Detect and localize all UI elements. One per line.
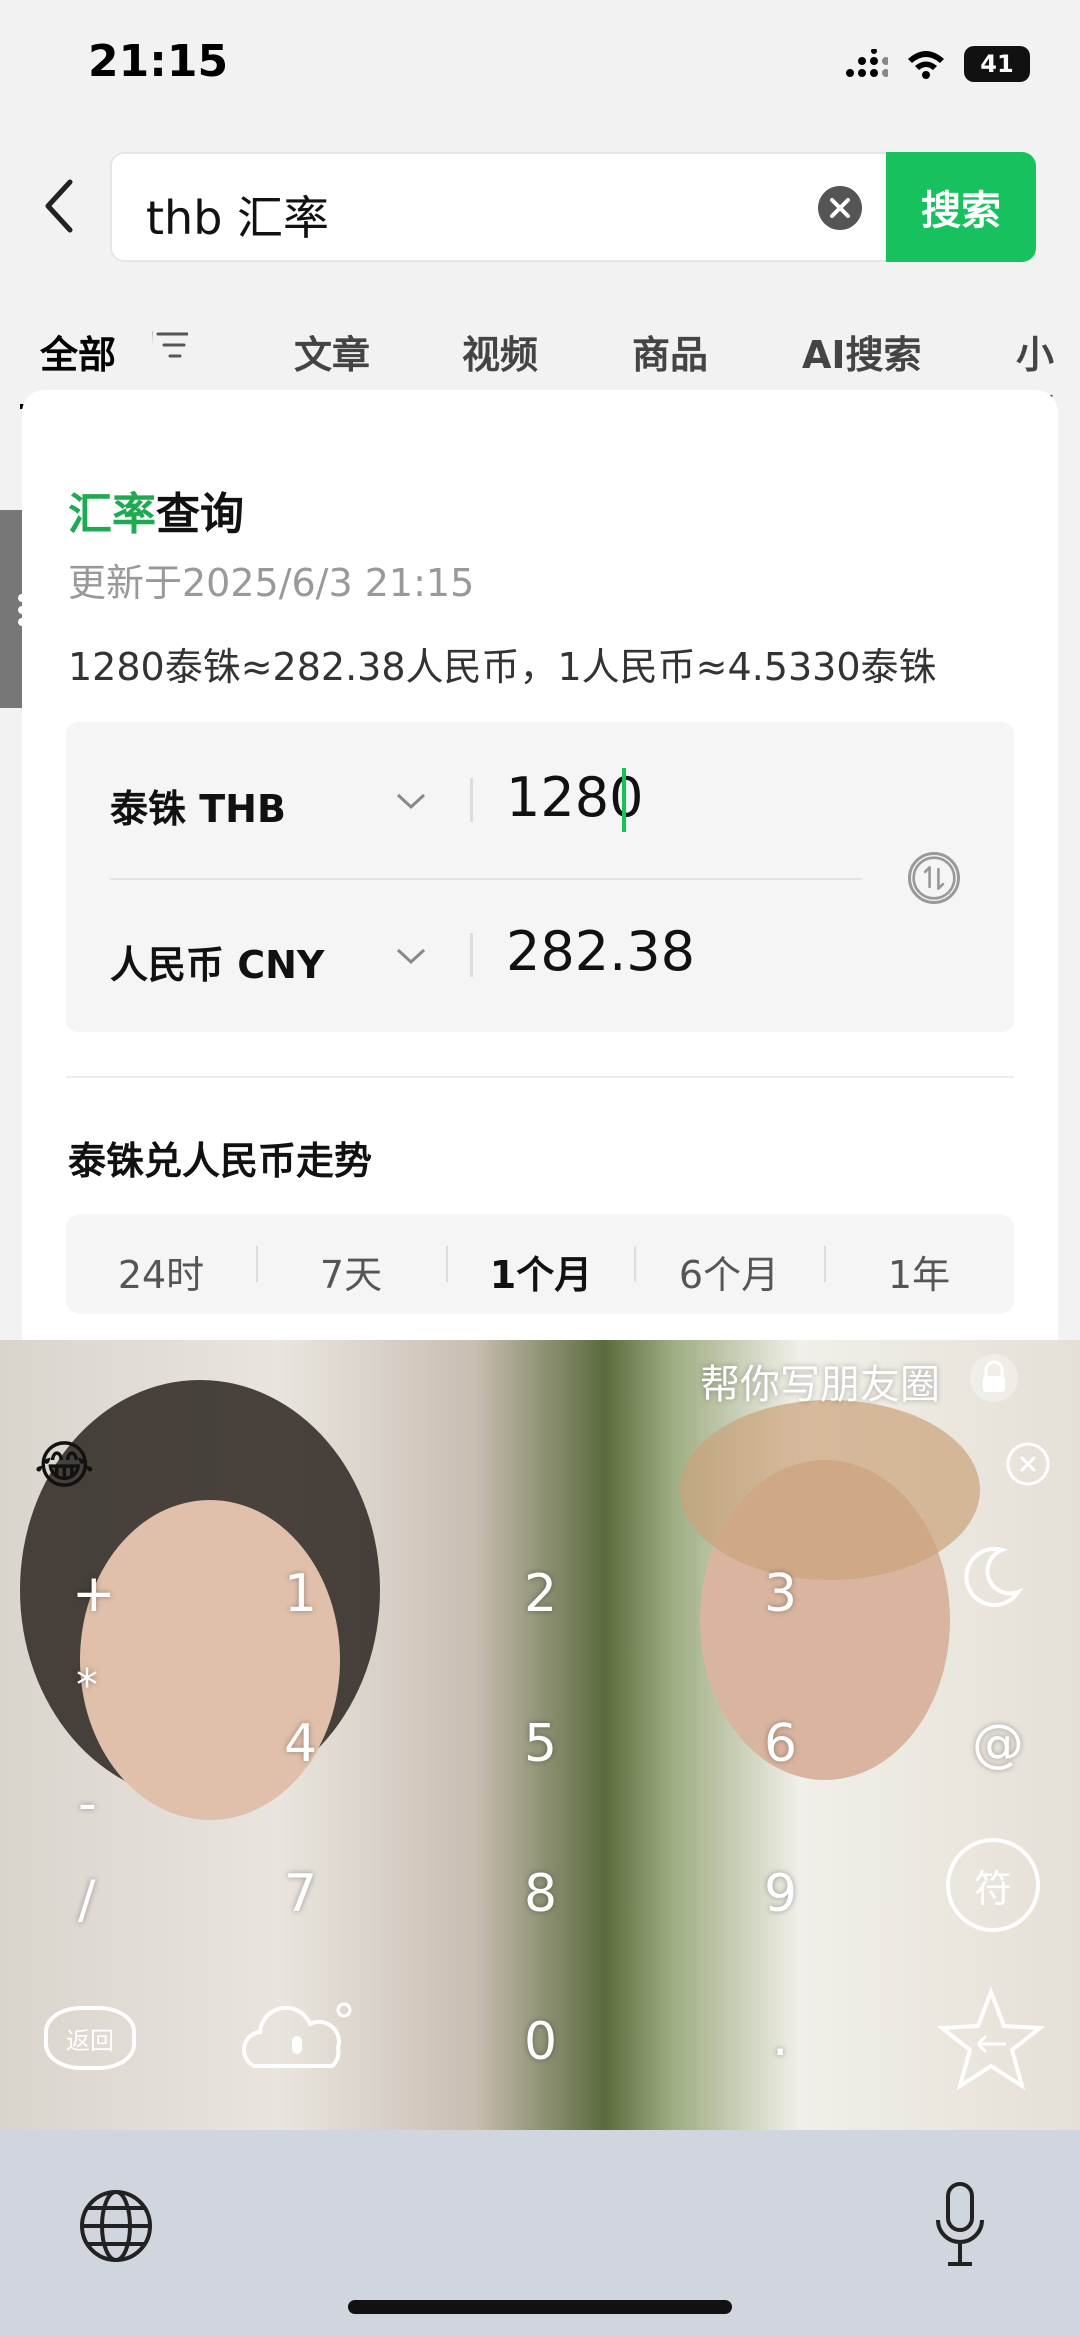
search-button[interactable]: 搜索	[886, 152, 1036, 262]
star-enter-icon[interactable]	[936, 1986, 1046, 2096]
cloud-voice-icon[interactable]	[234, 1996, 362, 2076]
converter-divider	[110, 878, 862, 880]
key-slash[interactable]: /	[78, 1870, 96, 1930]
range-1y[interactable]: 1年	[824, 1244, 1014, 1299]
search-input[interactable]: thb 汇率	[110, 152, 890, 262]
key-4[interactable]: 4	[284, 1714, 317, 1774]
keyboard-lock-icon[interactable]	[968, 1352, 1020, 1404]
key-7[interactable]: 7	[284, 1864, 317, 1924]
key-back[interactable]: 返回	[44, 2006, 136, 2070]
status-time: 21:15	[88, 36, 229, 87]
ai-write-label: 帮你写朋友圈	[700, 1362, 940, 1408]
clear-icon[interactable]	[818, 186, 862, 230]
home-indicator	[348, 2300, 732, 2314]
wifi-icon	[908, 51, 944, 79]
keyboard-photo-right-hair	[680, 1400, 980, 1580]
key-6[interactable]: 6	[764, 1714, 797, 1774]
key-1[interactable]: 1	[284, 1564, 317, 1624]
trend-range-selector: 24时 7天 1个月 6个月 1年	[66, 1214, 1014, 1314]
ai-write-moments[interactable]: 帮你写朋友圈	[700, 1352, 940, 1410]
key-plus[interactable]: +	[72, 1564, 116, 1624]
tab-ai-search[interactable]: AI搜索	[802, 324, 922, 379]
card-title-rest: 查询	[156, 489, 244, 540]
key-5[interactable]: 5	[524, 1714, 557, 1774]
to-amount-value[interactable]: 282.38	[506, 920, 695, 983]
battery-indicator: 41	[964, 46, 1030, 82]
field-separator	[470, 778, 473, 822]
trend-title: 泰铢兑人民币走势	[68, 1139, 373, 1183]
field-separator	[470, 933, 473, 977]
key-3[interactable]: 3	[764, 1564, 797, 1624]
chevron-down-icon[interactable]	[396, 791, 426, 811]
key-back-label: 返回	[66, 2026, 114, 2055]
range-7d[interactable]: 7天	[256, 1244, 446, 1299]
key-9[interactable]: 9	[764, 1864, 797, 1924]
signal-icon	[846, 49, 888, 77]
tab-articles[interactable]: 文章	[294, 324, 370, 379]
emoji-key[interactable]: 😂	[34, 1436, 95, 1496]
card-title-accent: 汇率	[68, 489, 156, 540]
range-1m[interactable]: 1个月	[446, 1244, 636, 1299]
back-arrow-icon[interactable]	[40, 176, 80, 236]
filter-icon[interactable]	[152, 328, 188, 362]
tab-videos[interactable]: 视频	[462, 324, 538, 379]
key-2[interactable]: 2	[524, 1564, 557, 1624]
key-dot[interactable]: .	[772, 2008, 789, 2068]
tab-products[interactable]: 商品	[632, 324, 708, 379]
globe-icon[interactable]	[78, 2188, 154, 2264]
status-bar: 21:15 41	[0, 0, 1080, 140]
key-symbols-label: 符	[973, 1866, 1012, 1911]
key-symbols[interactable]: 符	[946, 1838, 1040, 1932]
range-24h[interactable]: 24时	[66, 1244, 256, 1299]
swap-icon[interactable]	[908, 852, 960, 904]
range-6m[interactable]: 6个月	[634, 1244, 824, 1299]
updated-time: 更新于2025/6/3 21:15	[68, 561, 475, 605]
from-currency-select[interactable]: 泰铢 THB	[110, 778, 286, 833]
card-divider	[66, 1076, 1014, 1078]
keyboard-close-icon[interactable]	[1006, 1442, 1050, 1486]
tab-all[interactable]: 全部	[40, 324, 116, 379]
text-caret	[622, 768, 626, 832]
key-0[interactable]: 0	[524, 2012, 557, 2072]
key-at[interactable]: @	[972, 1714, 1024, 1774]
key-minus[interactable]: -	[78, 1774, 97, 1834]
microphone-icon[interactable]	[930, 2180, 990, 2270]
search-query: thb 汇率	[146, 191, 330, 245]
status-icons: 41	[844, 46, 1030, 82]
key-8[interactable]: 8	[524, 1864, 557, 1924]
to-currency-select[interactable]: 人民币 CNY	[110, 934, 324, 989]
rate-summary: 1280泰铢≈282.38人民币，1人民币≈4.5330泰铢	[68, 645, 937, 689]
chevron-down-icon[interactable]	[396, 946, 426, 966]
moon-icon[interactable]	[954, 1540, 1028, 1614]
key-star[interactable]: *	[76, 1660, 98, 1711]
card-title: 汇率查询	[68, 478, 244, 542]
